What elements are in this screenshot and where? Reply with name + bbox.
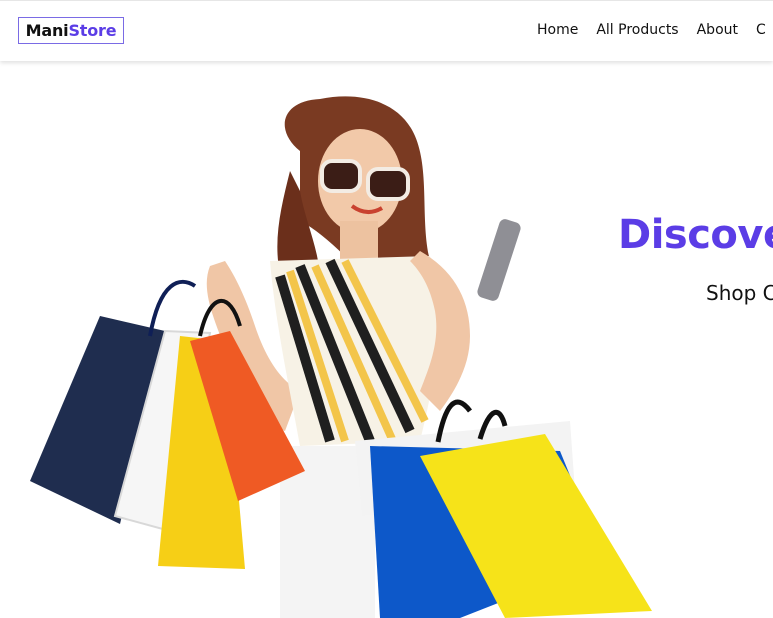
- hero-title: Discove: [618, 212, 773, 258]
- navbar: Mani Store Home All Products About C: [0, 0, 773, 61]
- hero-image: [30, 96, 652, 618]
- nav-links: Home All Products About C: [537, 22, 766, 38]
- brand-logo[interactable]: Mani Store: [18, 17, 124, 44]
- nav-link-about[interactable]: About: [697, 22, 738, 38]
- nav-link-contact[interactable]: C: [756, 22, 766, 38]
- hero-section: Discove Shop C: [0, 61, 773, 618]
- nav-link-home[interactable]: Home: [537, 22, 578, 38]
- brand-name-part1: Mani: [25, 21, 69, 40]
- brand-name-part2: Store: [68, 21, 117, 40]
- nav-link-all-products[interactable]: All Products: [596, 22, 678, 38]
- hero-subtitle: Shop C: [706, 281, 773, 305]
